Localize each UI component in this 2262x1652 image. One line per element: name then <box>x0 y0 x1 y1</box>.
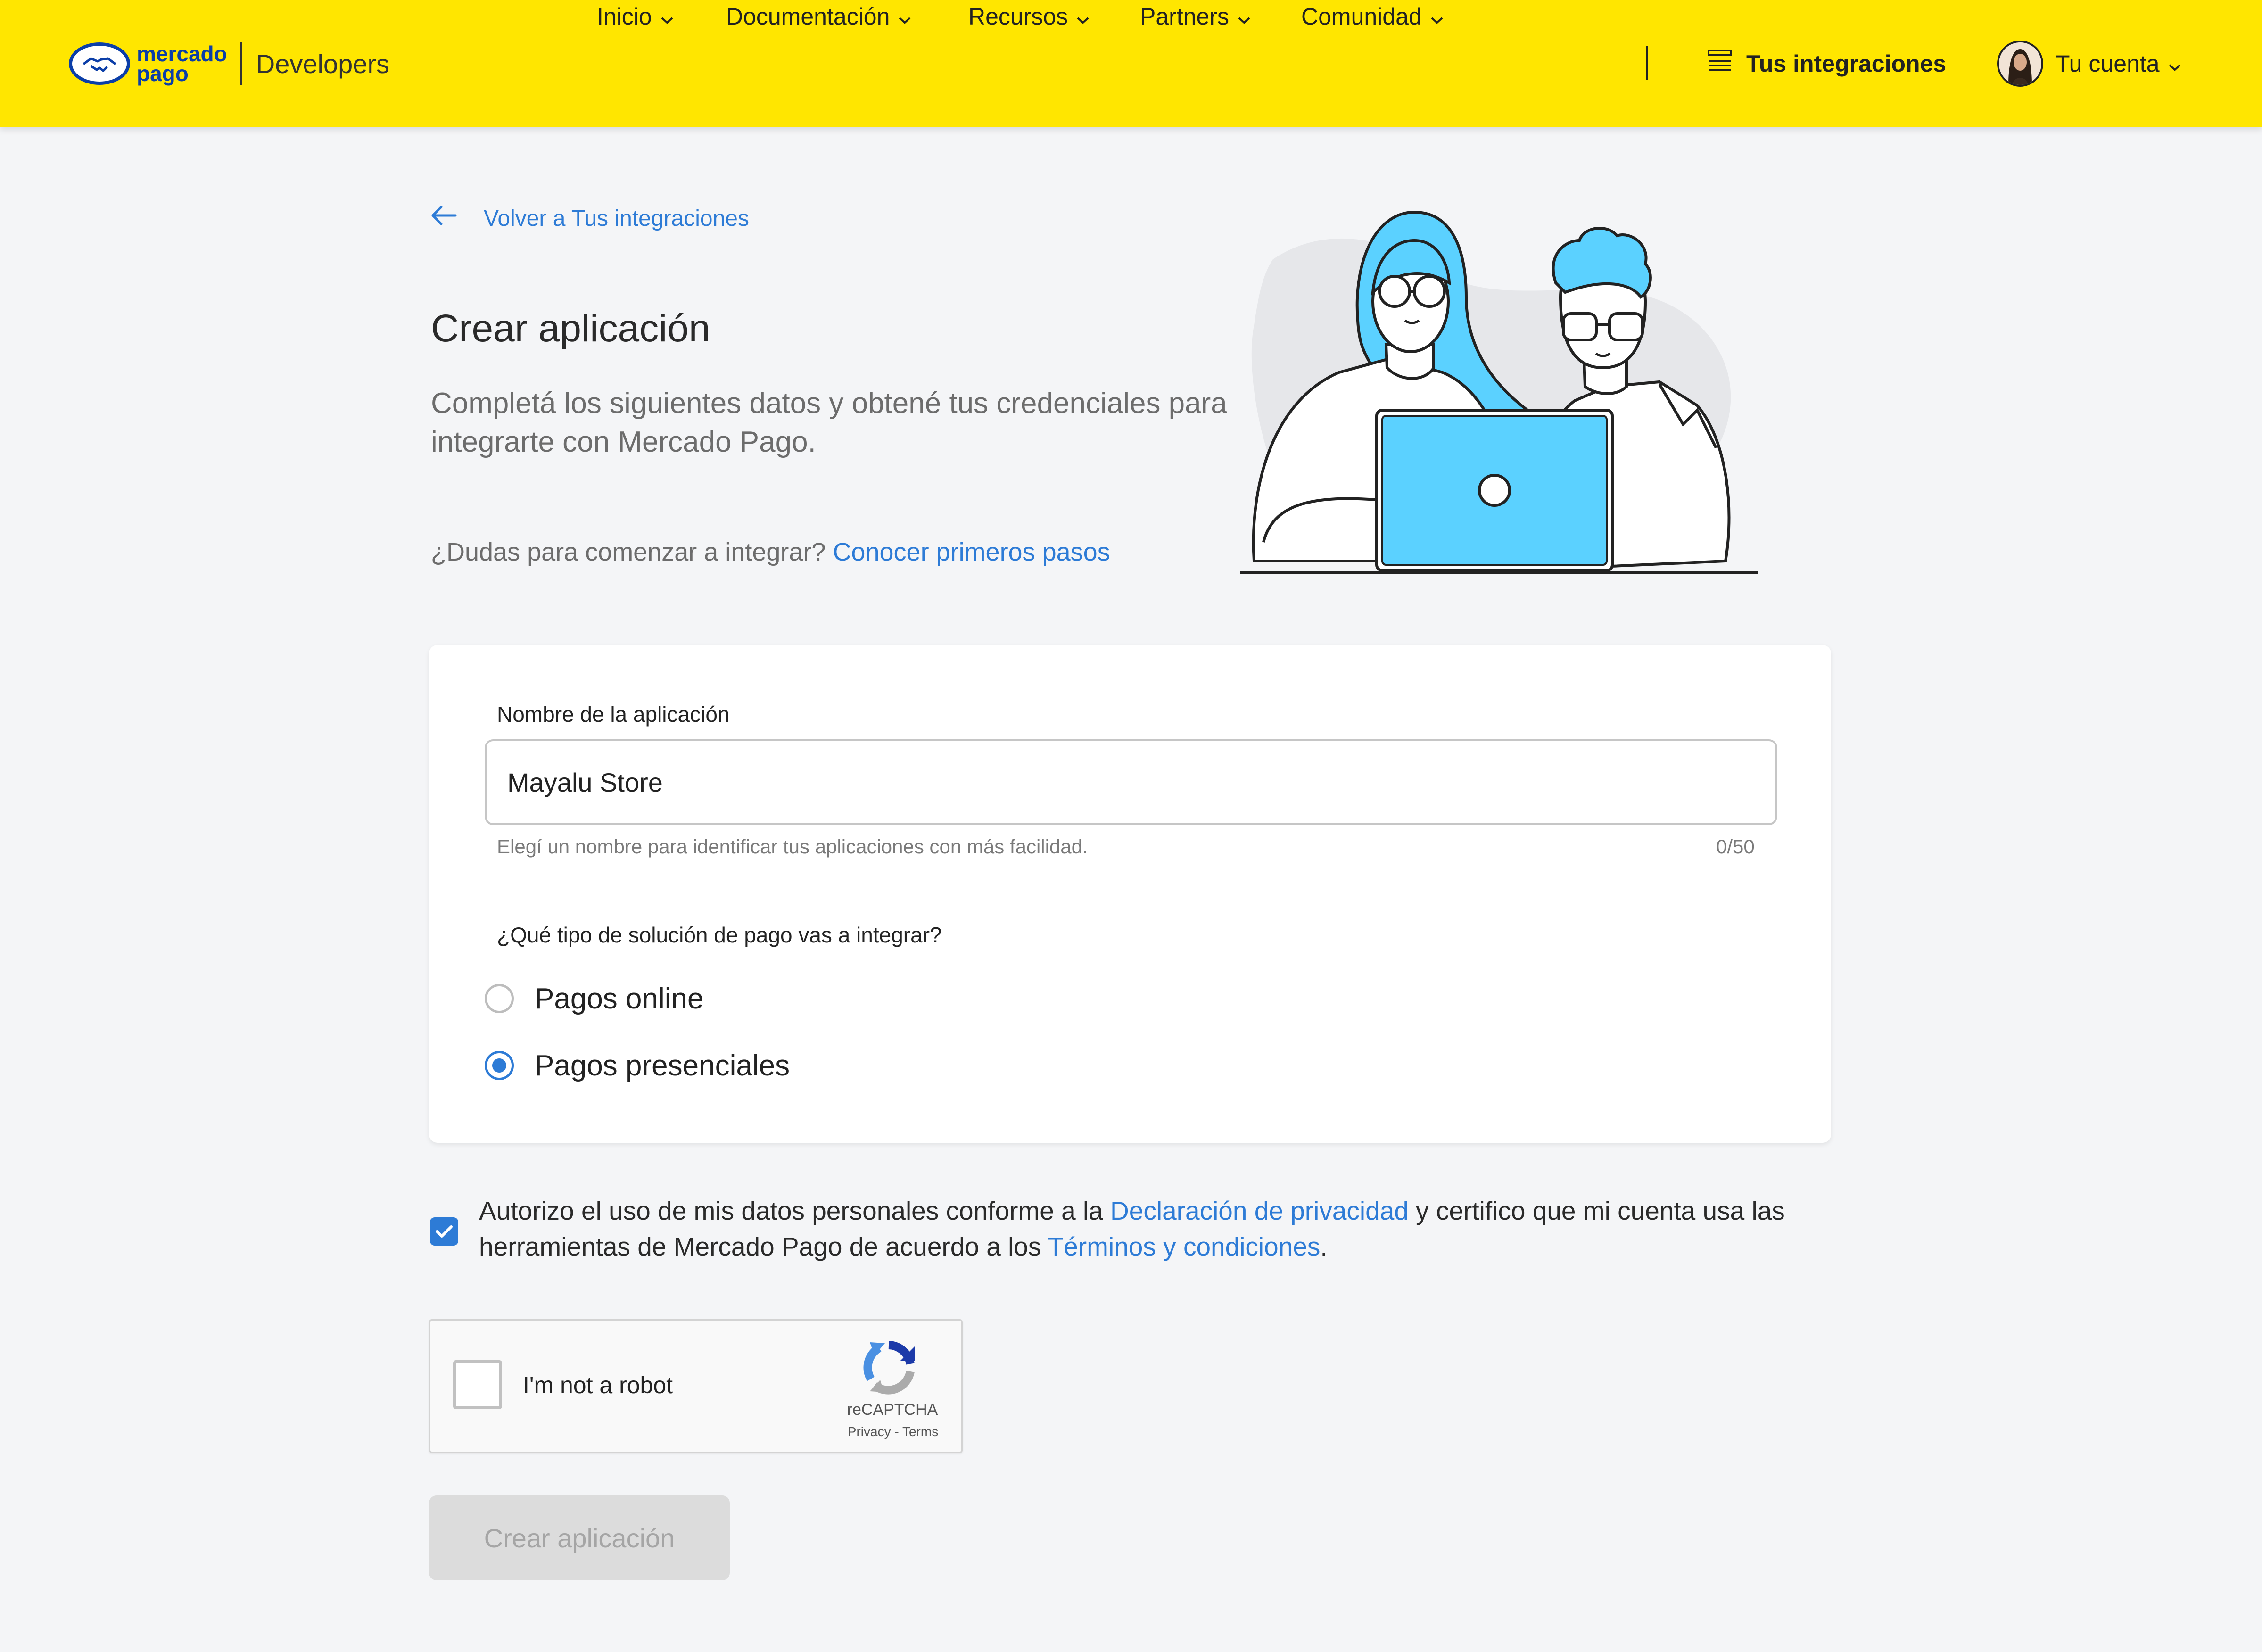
nav-item-label: Documentación <box>726 3 890 30</box>
getting-started-prompt: ¿Dudas para comenzar a integrar? Conocer… <box>431 537 1110 567</box>
account-menu[interactable]: Tu cuenta <box>1997 39 2181 89</box>
developers-label: Developers <box>256 49 390 79</box>
solution-type-question: ¿Qué tipo de solución de pago vas a inte… <box>497 923 942 947</box>
consent-text-part: . <box>1320 1232 1328 1261</box>
chevron-down-icon <box>1430 3 1444 30</box>
account-label: Tu cuenta <box>2056 50 2160 77</box>
nav-item-inicio[interactable]: Inicio <box>597 0 674 33</box>
back-to-integrations-link[interactable]: Volver a Tus integraciones <box>430 202 749 235</box>
nav-item-label: Inicio <box>597 3 652 30</box>
chevron-down-icon <box>1238 3 1251 30</box>
radio-label: Pagos online <box>535 982 704 1015</box>
nav-divider <box>1646 46 1648 80</box>
getting-started-link[interactable]: Conocer primeros pasos <box>833 538 1110 566</box>
nav-item-partners[interactable]: Partners <box>1140 0 1251 33</box>
chevron-down-icon <box>660 3 674 30</box>
arrow-left-icon <box>430 205 457 231</box>
privacy-declaration-link[interactable]: Declaración de privacidad <box>1110 1196 1409 1225</box>
create-application-button[interactable]: Crear aplicación <box>429 1495 730 1580</box>
consent-checkbox[interactable] <box>430 1217 458 1246</box>
app-name-label: Nombre de la aplicación <box>497 702 730 727</box>
radio-label: Pagos presenciales <box>535 1049 790 1082</box>
recaptcha-terms-link[interactable]: Terms <box>902 1424 938 1439</box>
tus-integraciones-label: Tus integraciones <box>1746 50 1947 77</box>
recaptcha-checkbox[interactable] <box>453 1360 502 1409</box>
list-icon <box>1708 50 1732 78</box>
recaptcha-icon <box>863 1341 915 1395</box>
radio-pagos-online[interactable]: Pagos online <box>485 980 704 1017</box>
app-name-input[interactable] <box>485 739 1777 825</box>
handshake-icon <box>69 42 130 85</box>
page-title: Crear aplicación <box>431 307 710 350</box>
recaptcha-label: I'm not a robot <box>523 1372 673 1398</box>
tus-integraciones-link[interactable]: Tus integraciones <box>1708 47 1946 80</box>
recaptcha-link-separator: - <box>891 1424 902 1439</box>
logo-divider <box>240 42 242 85</box>
logo-wordmark: mercado pago <box>137 41 227 86</box>
chevron-down-icon <box>1076 3 1090 30</box>
consent-text-part: Autorizo el uso de mis datos personales … <box>479 1196 1111 1225</box>
radio-button[interactable] <box>485 984 514 1013</box>
radio-pagos-presenciales[interactable]: Pagos presenciales <box>485 1047 790 1084</box>
page-subtitle: Completá los siguientes datos y obtené t… <box>431 387 1227 458</box>
nav-item-label: Comunidad <box>1301 3 1422 30</box>
recaptcha-links: Privacy - Terms <box>834 1424 952 1439</box>
nav-item-comunidad[interactable]: Comunidad <box>1301 0 1444 33</box>
chevron-down-icon <box>898 3 911 30</box>
developers-illustration <box>1240 210 1758 574</box>
nav-item-recursos[interactable]: Recursos <box>968 0 1090 33</box>
nav-item-label: Partners <box>1140 3 1229 30</box>
consent-text: Autorizo el uso de mis datos personales … <box>479 1193 1837 1264</box>
radio-button[interactable] <box>485 1051 514 1080</box>
recaptcha-privacy-link[interactable]: Privacy <box>848 1424 891 1439</box>
nav-item-documentacion[interactable]: Documentación <box>726 0 911 33</box>
app-name-helper-text: Elegí un nombre para identificar tus apl… <box>497 835 1088 858</box>
recaptcha-widget: I'm not a robot reCAPTCHA Privacy - Term… <box>429 1319 963 1453</box>
app-name-char-counter: 0/50 <box>1716 835 1755 858</box>
avatar <box>1997 41 2043 87</box>
recaptcha-brand: reCAPTCHA <box>847 1401 938 1419</box>
chevron-down-icon <box>2168 50 2181 77</box>
terms-conditions-link[interactable]: Términos y condiciones <box>1048 1232 1321 1261</box>
top-navigation-bar: mercado pago Developers Inicio Documenta… <box>0 0 2262 127</box>
nav-item-label: Recursos <box>968 3 1068 30</box>
doubts-text: ¿Dudas para comenzar a integrar? <box>431 538 826 566</box>
mercado-pago-logo[interactable]: mercado pago Developers <box>69 40 389 87</box>
checkmark-icon <box>436 1225 453 1238</box>
back-link-label: Volver a Tus integraciones <box>484 206 749 231</box>
